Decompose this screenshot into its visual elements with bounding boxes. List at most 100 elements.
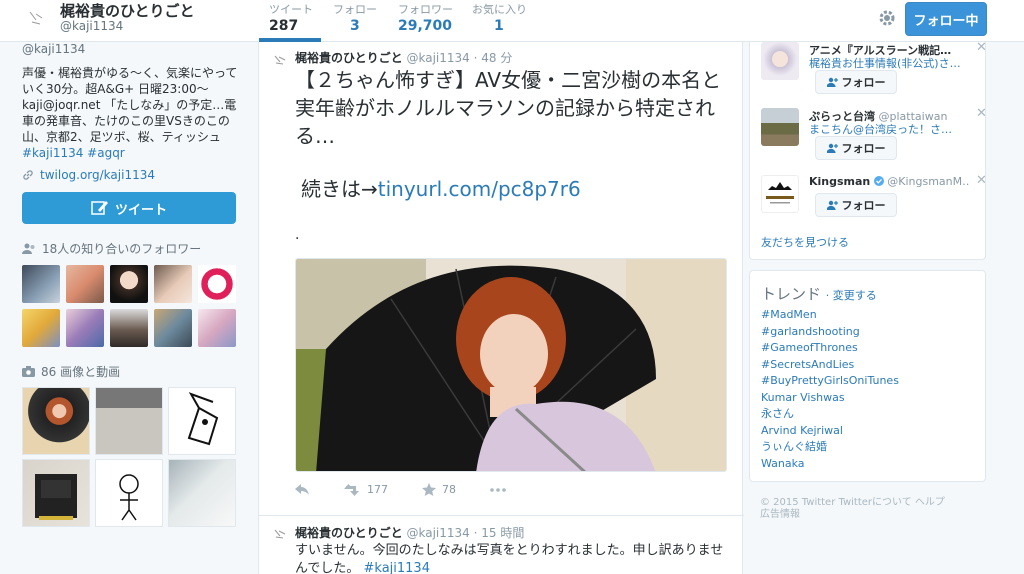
- who-avatar[interactable]: [761, 108, 799, 146]
- dismiss-icon[interactable]: ✕: [976, 106, 987, 121]
- retweet-action[interactable]: 177: [343, 483, 388, 496]
- profile-handle-sidebar: @kaji1134: [22, 42, 86, 56]
- who-avatar[interactable]: [761, 42, 799, 80]
- who-context[interactable]: まこちん@台湾戻った！さ…: [809, 121, 969, 137]
- footer-links[interactable]: © 2015 Twitter Twitterについて ヘルプ: [760, 497, 975, 509]
- retweet-icon: [344, 483, 359, 496]
- stat-followers[interactable]: フォロワー 29,700: [398, 1, 453, 34]
- trend-list: #MadMen #garlandshooting #GameofThrones …: [761, 307, 899, 472]
- tweet-photo-image: [296, 259, 726, 471]
- tweet-text: すいません。今回のたしなみは写真をとりわすれました。申し訳ありませんでした。 #…: [295, 542, 735, 574]
- stat-tweets-value: 287: [269, 18, 299, 34]
- timeline: 梶裕貴のひとりごと @kaji1134 · 48 分 【２ちゃん怖すぎ】AV女優…: [258, 42, 744, 574]
- who-avatar[interactable]: [761, 175, 799, 213]
- stat-favorites-value: 1: [494, 18, 504, 34]
- follower-avatar[interactable]: [110, 309, 148, 347]
- who-follow-label: フォロー: [841, 76, 886, 89]
- follower-avatar[interactable]: [110, 265, 148, 303]
- trend-item[interactable]: うぃんぐ結婚: [761, 439, 899, 456]
- tweet-author-name[interactable]: 梶裕貴のひとりごと: [295, 51, 403, 65]
- media-heading[interactable]: 86 画像と動画: [22, 363, 238, 380]
- following-button[interactable]: フォロー中: [905, 2, 987, 36]
- who-follow-button[interactable]: フォロー: [815, 136, 897, 160]
- tweet-timestamp[interactable]: · 15 時間: [474, 526, 525, 540]
- tweet-photo[interactable]: [295, 258, 727, 472]
- compose-icon: [91, 201, 108, 215]
- favorite-action[interactable]: 78: [422, 483, 456, 496]
- media-label: 86 画像と動画: [41, 365, 121, 379]
- profile-sidebar: @kaji1134 声優・梶裕貴がゆる〜く、気楽にやっていく30分。超A&G+ …: [22, 42, 238, 527]
- gear-icon[interactable]: [877, 8, 897, 28]
- stat-following-label: フォロー: [333, 3, 377, 16]
- footer: © 2015 Twitter Twitterについて ヘルプ 広告情報: [760, 497, 975, 521]
- stat-followers-label: フォロワー: [398, 3, 453, 16]
- find-friends-link[interactable]: 友だちを見つける: [761, 234, 849, 250]
- dismiss-icon[interactable]: ✕: [976, 173, 987, 188]
- profile-nav-bar: 梶裕貴のひとりごと @kaji1134 ツイート 287 フォロー 3 フォロワ…: [0, 0, 1024, 42]
- profile-avatar-mini[interactable]: [26, 6, 48, 28]
- tweet-link[interactable]: tinyurl.com/pc8p7r6: [378, 177, 581, 201]
- stat-favorites[interactable]: お気に入り 1: [472, 1, 527, 34]
- add-user-icon: [826, 143, 838, 153]
- footer-ads-info[interactable]: 広告情報: [760, 509, 975, 521]
- stat-following[interactable]: フォロー 3: [333, 1, 377, 34]
- dismiss-icon[interactable]: ✕: [976, 40, 987, 55]
- tweet-hashtag[interactable]: #kaji1134: [364, 561, 430, 574]
- who-handle: @KingsmanM…: [887, 175, 969, 188]
- tweet-header: 梶裕貴のひとりごと @kaji1134 · 48 分: [295, 49, 512, 66]
- follower-avatar[interactable]: [66, 265, 104, 303]
- who-context[interactable]: 梶裕貴お仕事情報(非公式)さ…: [809, 55, 969, 71]
- who-follow-button[interactable]: フォロー: [815, 193, 897, 217]
- trend-item[interactable]: #SecretsAndLies: [761, 357, 899, 374]
- trend-item[interactable]: Wanaka: [761, 456, 899, 473]
- follower-avatar[interactable]: [154, 265, 192, 303]
- trend-item[interactable]: 永さん: [761, 406, 899, 423]
- stat-followers-value: 29,700: [398, 18, 453, 34]
- media-thumbnail[interactable]: [22, 459, 90, 527]
- media-thumbnail[interactable]: [95, 459, 163, 527]
- media-thumbnail[interactable]: [22, 387, 90, 455]
- follower-avatar[interactable]: [22, 265, 60, 303]
- tweet-avatar-icon[interactable]: [273, 526, 287, 540]
- followers-you-know-heading[interactable]: 18人の知り合いのフォロワー: [22, 240, 238, 257]
- more-action[interactable]: [490, 487, 506, 492]
- profile-bio-text: 声優・梶裕貴がゆる〜く、気楽にやっていく30分。超A&G+ 日曜23:00〜ka…: [22, 66, 238, 144]
- media-thumbnail[interactable]: [95, 387, 163, 455]
- favorite-count: 78: [442, 483, 456, 496]
- tweet-header: 梶裕貴のひとりごと @kaji1134 · 15 時間: [295, 524, 524, 541]
- tweet-timestamp[interactable]: · 48 分: [474, 51, 513, 65]
- follower-avatar[interactable]: [22, 309, 60, 347]
- tweet-button[interactable]: ツイート: [22, 192, 236, 224]
- who-follow-button[interactable]: フォロー: [815, 70, 897, 94]
- trend-item[interactable]: #GameofThrones: [761, 340, 899, 357]
- tweet-avatar-icon[interactable]: [273, 52, 287, 66]
- profile-link[interactable]: twilog.org/kaji1134: [22, 168, 238, 182]
- trend-item[interactable]: #MadMen: [761, 307, 899, 324]
- tweet-author-name[interactable]: 梶裕貴のひとりごと: [295, 526, 403, 540]
- follower-avatar[interactable]: [66, 309, 104, 347]
- tweet-actions: 177 78: [295, 483, 540, 496]
- tweet-button-label: ツイート: [114, 202, 167, 218]
- change-trends-link[interactable]: · 変更する: [826, 289, 877, 302]
- tweet-author-handle[interactable]: @kaji1134: [406, 51, 469, 65]
- followers-you-know-label: 18人の知り合いのフォロワー: [42, 242, 202, 256]
- tweet-text: 【２ちゃん怖すぎ】AV女優・二宮沙樹の本名と実年齢がホノルルマラソンの記録から特…: [295, 68, 722, 148]
- profile-bio-hashtags[interactable]: #kaji1134 #agqr: [22, 146, 125, 160]
- stat-tweets[interactable]: ツイート 287: [269, 1, 313, 34]
- trend-item[interactable]: #garlandshooting: [761, 324, 899, 341]
- trend-item[interactable]: Kumar Vishwas: [761, 390, 899, 407]
- reply-action[interactable]: [295, 484, 309, 495]
- camera-icon: [22, 366, 35, 377]
- follower-avatar[interactable]: [198, 309, 236, 347]
- who-name[interactable]: Kingsman @KingsmanM…: [809, 175, 969, 188]
- trend-item[interactable]: Arvind Kejriwal: [761, 423, 899, 440]
- star-icon: [422, 483, 436, 496]
- tweet-author-handle[interactable]: @kaji1134: [406, 526, 469, 540]
- media-thumbnail[interactable]: [168, 459, 236, 527]
- follower-avatar[interactable]: [198, 265, 236, 303]
- profile-name[interactable]: 梶裕貴のひとりごと: [60, 0, 195, 21]
- follower-avatar[interactable]: [154, 309, 192, 347]
- trend-item[interactable]: #BuyPrettyGirlsOniTunes: [761, 373, 899, 390]
- followers-you-know-grid: [22, 265, 238, 347]
- media-thumbnail[interactable]: [168, 387, 236, 455]
